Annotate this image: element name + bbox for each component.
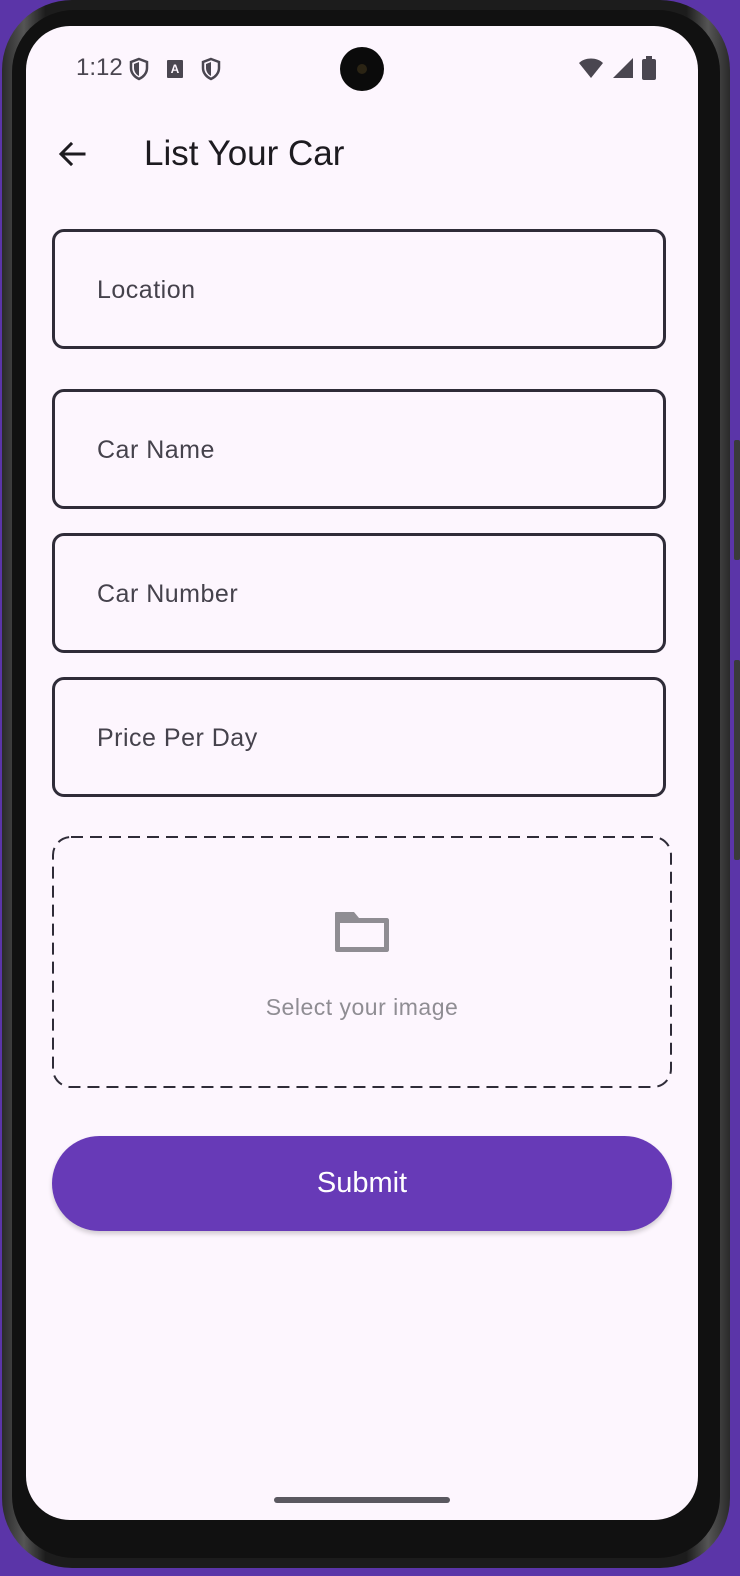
battery-icon	[642, 56, 656, 85]
car-number-field-label: Car Number	[97, 580, 239, 608]
wifi-icon	[578, 57, 604, 84]
shield-icon	[200, 57, 222, 86]
location-field-label: Location	[97, 276, 196, 304]
app-bar: List Your Car	[26, 112, 698, 200]
image-picker[interactable]	[52, 836, 672, 1088]
page-title: List Your Car	[144, 134, 345, 173]
car-number-field[interactable]: Car Number	[52, 533, 666, 653]
car-name-field[interactable]: Car Name	[52, 389, 666, 509]
car-name-field-label: Car Name	[97, 436, 215, 464]
volume-button	[734, 440, 740, 560]
image-picker-dashed-border	[52, 836, 672, 1088]
status-icons-left: A	[128, 57, 222, 86]
price-per-day-field[interactable]: Price Per Day	[52, 677, 666, 797]
shield-icon	[128, 57, 150, 86]
phone-screen: 1:12 A List Your Car Location Car Name C…	[26, 26, 698, 1520]
status-time: 1:12	[76, 54, 123, 81]
submit-button[interactable]: Submit	[52, 1136, 672, 1231]
folder-icon	[332, 908, 392, 961]
image-picker-label: Select your image	[265, 994, 459, 1020]
location-field[interactable]: Location	[52, 229, 666, 349]
home-indicator[interactable]	[274, 1497, 450, 1503]
cellular-signal-icon	[612, 57, 634, 84]
svg-text:A: A	[171, 62, 180, 76]
back-button[interactable]	[48, 132, 96, 180]
arrow-back-icon	[56, 138, 88, 175]
a-box-icon: A	[164, 57, 186, 86]
power-button	[734, 660, 740, 860]
front-camera	[340, 47, 384, 91]
status-icons-right	[578, 56, 656, 85]
status-bar: 1:12 A	[26, 26, 698, 112]
price-per-day-field-label: Price Per Day	[97, 724, 258, 752]
